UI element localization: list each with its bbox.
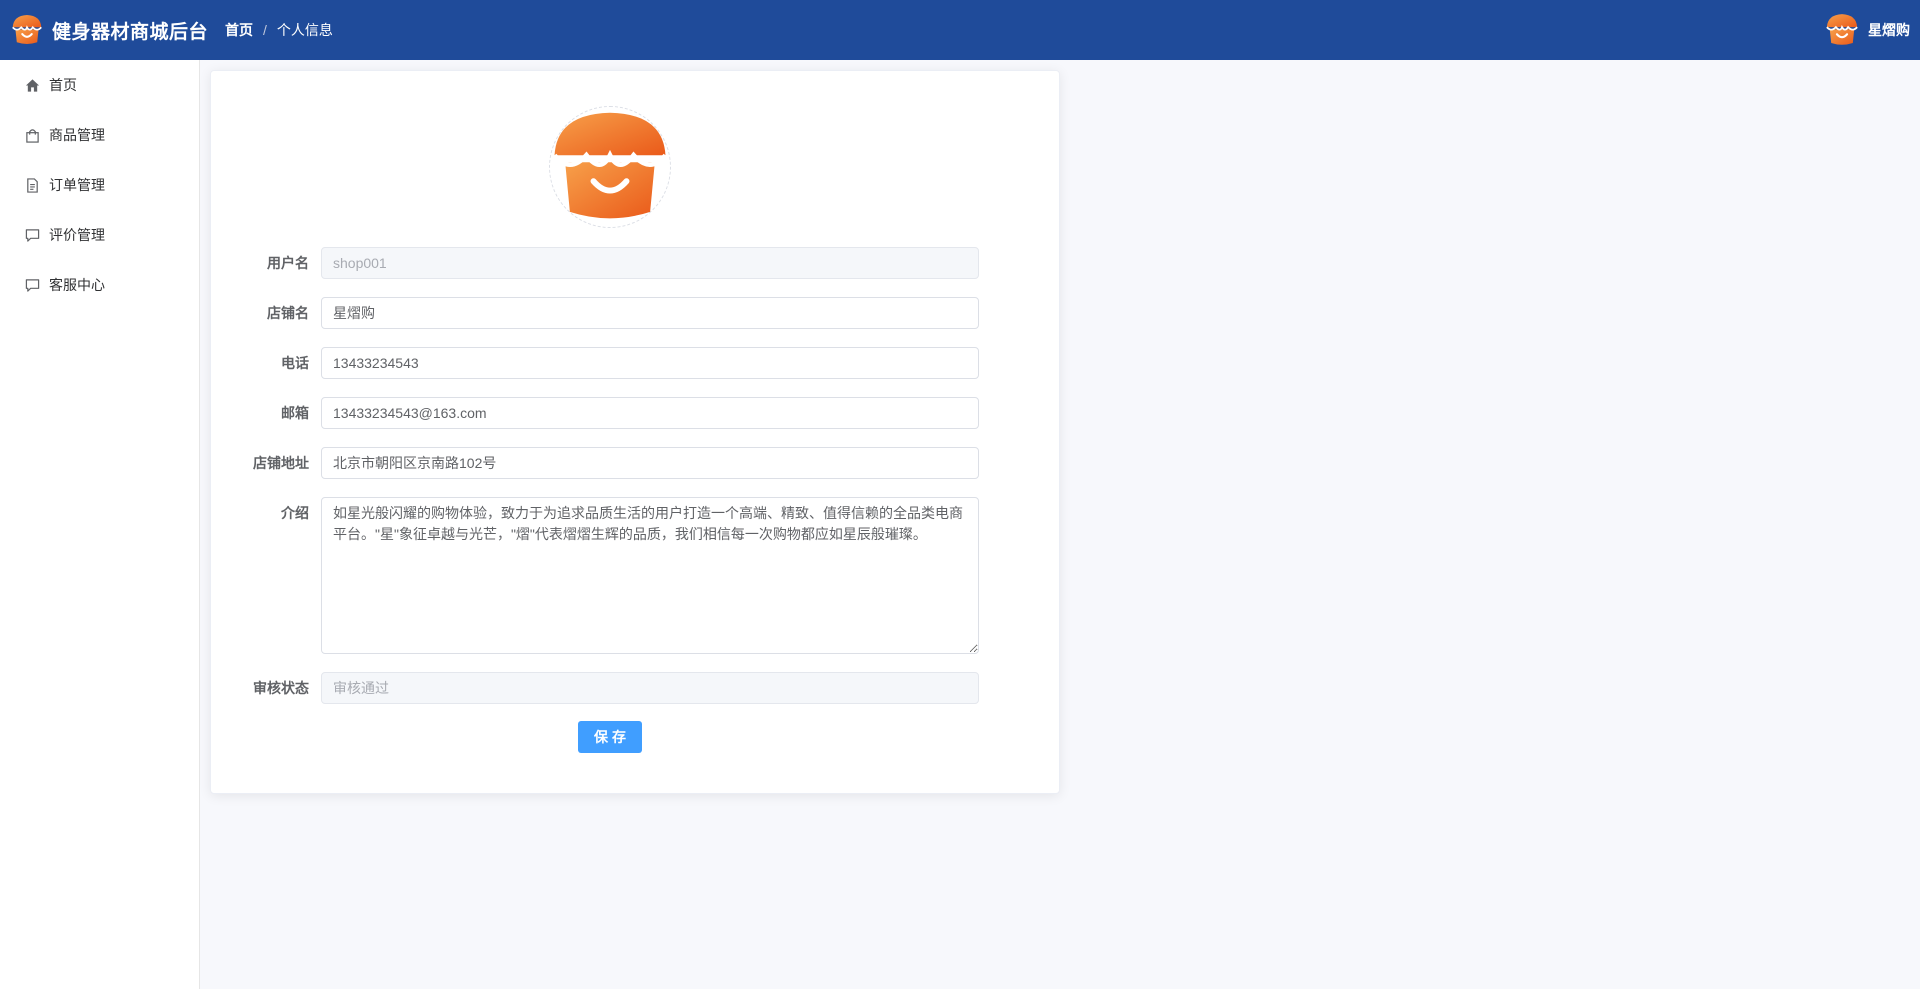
form-row-shop-name: 店铺名 xyxy=(211,297,1061,329)
shop-logo-icon xyxy=(10,13,44,47)
sidebar-item-orders[interactable]: 订单管理 xyxy=(0,160,199,210)
form-row-phone: 电话 xyxy=(211,347,1061,379)
breadcrumb-current: 个人信息 xyxy=(276,22,333,38)
address-label: 店铺地址 xyxy=(253,455,309,471)
home-icon xyxy=(24,77,40,93)
shop-name-label: 店铺名 xyxy=(267,305,309,321)
username-label: 用户名 xyxy=(267,255,309,271)
breadcrumb-separator: / xyxy=(263,22,267,38)
intro-label: 介绍 xyxy=(281,505,309,521)
sidebar-item-label: 客服中心 xyxy=(49,277,105,293)
app-title: 健身器材商城后台 xyxy=(52,21,209,43)
form-row-audit-status: 审核状态 xyxy=(211,672,1061,704)
shop-name-input[interactable] xyxy=(321,297,979,329)
phone-input[interactable] xyxy=(321,347,979,379)
shopping-bag-icon xyxy=(24,127,40,143)
address-input[interactable] xyxy=(321,447,979,479)
audit-status-input[interactable] xyxy=(321,672,979,704)
avatar-uploader[interactable] xyxy=(549,106,671,228)
sidebar-item-label: 订单管理 xyxy=(49,177,105,193)
form-row-email: 邮箱 xyxy=(211,397,1061,429)
chat-icon xyxy=(24,227,40,243)
form-row-intro: 介绍 如星光般闪耀的购物体验，致力于为追求品质生活的用户打造一个高端、精致、值得… xyxy=(211,497,1061,654)
email-label: 邮箱 xyxy=(281,405,309,421)
form-row-address: 店铺地址 xyxy=(211,447,1061,479)
sidebar-item-reviews[interactable]: 评价管理 xyxy=(0,210,199,260)
sidebar-item-home[interactable]: 首页 xyxy=(0,60,199,110)
sidebar-item-label: 评价管理 xyxy=(49,227,105,243)
document-icon xyxy=(24,177,40,193)
save-button[interactable]: 保存 xyxy=(578,721,642,753)
sidebar-item-label: 商品管理 xyxy=(49,127,105,143)
shop-avatar-icon xyxy=(552,112,668,219)
sidebar-item-label: 首页 xyxy=(49,77,77,93)
form-row-username: 用户名 xyxy=(211,247,1061,279)
audit-status-label: 审核状态 xyxy=(253,680,309,696)
chat-icon xyxy=(24,277,40,293)
email-input[interactable] xyxy=(321,397,979,429)
user-name[interactable]: 星熠购 xyxy=(1868,20,1910,40)
sidebar: 首页 商品管理 订单管理 评价管理 客服中心 xyxy=(0,60,200,989)
breadcrumb-home-link[interactable]: 首页 xyxy=(225,20,253,40)
user-avatar-icon[interactable] xyxy=(1824,12,1860,48)
intro-textarea[interactable]: 如星光般闪耀的购物体验，致力于为追求品质生活的用户打造一个高端、精致、值得信赖的… xyxy=(321,497,979,654)
top-header: 健身器材商城后台 首页 / 个人信息 星熠购 xyxy=(0,0,1920,60)
breadcrumb: 首页 / 个人信息 xyxy=(225,20,333,40)
sidebar-item-products[interactable]: 商品管理 xyxy=(0,110,199,160)
username-input[interactable] xyxy=(321,247,979,279)
sidebar-item-customer-service[interactable]: 客服中心 xyxy=(0,260,199,310)
user-menu[interactable]: 星熠购 xyxy=(1824,0,1910,60)
phone-label: 电话 xyxy=(281,355,309,371)
profile-card: 用户名 店铺名 电话 邮箱 店铺地址 介绍 如星光般闪耀的购物体验，致力于为追求… xyxy=(210,70,1060,794)
